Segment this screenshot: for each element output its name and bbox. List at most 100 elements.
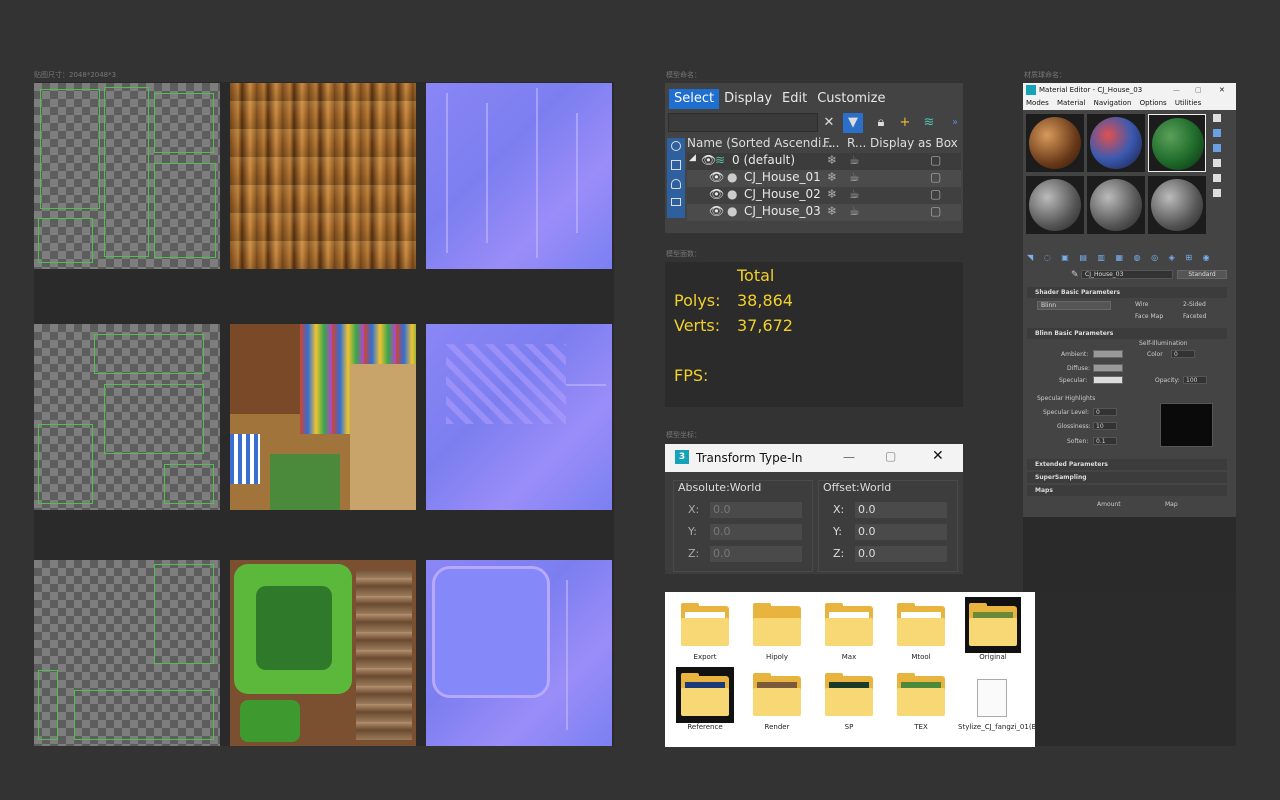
- opacity-spinner[interactable]: 100: [1183, 376, 1207, 384]
- abs-z-field[interactable]: 0.0: [710, 546, 802, 562]
- material-type-button[interactable]: Standard: [1177, 270, 1227, 279]
- face-map-checkbox[interactable]: Face Map: [1135, 313, 1163, 320]
- self-illum-spinner[interactable]: 0: [1171, 350, 1195, 358]
- add-layer-icon[interactable]: +: [895, 113, 915, 133]
- freeze-icon[interactable]: ❄: [827, 153, 837, 167]
- menu-edit[interactable]: Edit: [777, 89, 812, 109]
- freeze-icon[interactable]: ❄: [827, 170, 837, 184]
- folder-item[interactable]: SP: [817, 667, 881, 741]
- collapse-icon[interactable]: ◢: [689, 153, 696, 163]
- object-name[interactable]: CJ_House_01: [744, 170, 821, 184]
- ambient-swatch[interactable]: [1093, 350, 1123, 358]
- supersampling-rollout[interactable]: SuperSampling: [1027, 472, 1227, 483]
- maximize-icon[interactable]: ▢: [885, 449, 896, 463]
- material-slot[interactable]: [1026, 176, 1084, 234]
- folder-item[interactable]: Max: [817, 597, 881, 671]
- eye-icon[interactable]: 👁︎: [709, 187, 724, 201]
- uv-tiling-icon[interactable]: [1213, 159, 1221, 167]
- filter-icon[interactable]: ▼: [843, 113, 863, 133]
- file-item[interactable]: Stylize_CJ_fangzi_01(Bake): [958, 667, 1051, 741]
- clear-search-icon[interactable]: ✕: [819, 113, 839, 133]
- box-icon[interactable]: ▢: [930, 170, 941, 184]
- camera-icon[interactable]: [671, 198, 681, 206]
- render-teapot-icon[interactable]: ☕︎: [849, 187, 860, 201]
- backlight-icon[interactable]: [1213, 129, 1221, 137]
- render-teapot-icon[interactable]: ☕︎: [849, 170, 860, 184]
- abs-y-field[interactable]: 0.0: [710, 524, 802, 540]
- menu-options[interactable]: Options: [1137, 99, 1170, 107]
- close-icon[interactable]: ✕: [1219, 83, 1225, 97]
- scene-search-input[interactable]: [668, 113, 818, 132]
- sphere-icon[interactable]: [671, 141, 681, 151]
- material-slot[interactable]: [1087, 114, 1145, 172]
- col-display-box[interactable]: Display as Box: [870, 136, 958, 150]
- freeze-icon[interactable]: ❄: [827, 187, 837, 201]
- render-teapot-icon[interactable]: ☕︎: [849, 204, 860, 218]
- object-row[interactable]: 👁︎ ● CJ_House_02 ❄ ☕︎ ▢: [687, 187, 961, 204]
- folder-item[interactable]: Original: [961, 597, 1025, 671]
- layer-row[interactable]: ◢ 👁︎ ≋ 0 (default) ❄ ☕︎ ▢: [687, 153, 961, 170]
- make-preview-icon[interactable]: [1213, 189, 1221, 197]
- wire-checkbox[interactable]: Wire: [1135, 301, 1149, 308]
- object-row[interactable]: 👁︎ ● CJ_House_03 ❄ ☕︎ ▢: [687, 204, 961, 221]
- material-slot-selected[interactable]: [1148, 114, 1206, 172]
- eyedropper-icon[interactable]: ✎: [1071, 270, 1079, 280]
- diffuse-swatch[interactable]: [1093, 364, 1123, 372]
- menu-utilities[interactable]: Utilities: [1172, 99, 1204, 107]
- layers-icon[interactable]: ≋: [919, 113, 939, 133]
- material-name-field[interactable]: CJ_House_03: [1081, 270, 1173, 279]
- shader-select[interactable]: Blinn: [1037, 301, 1111, 310]
- folder-item[interactable]: Hipoly: [745, 597, 809, 671]
- abs-x-field[interactable]: 0.0: [710, 502, 802, 518]
- glossiness-spinner[interactable]: 10: [1093, 422, 1117, 430]
- material-slot[interactable]: [1087, 176, 1145, 234]
- maps-rollout[interactable]: Maps: [1027, 485, 1227, 496]
- shader-rollout[interactable]: Shader Basic Parameters: [1027, 287, 1227, 298]
- menu-customize[interactable]: Customize: [812, 89, 890, 109]
- folder-item[interactable]: Export: [673, 597, 737, 671]
- layer-name[interactable]: 0 (default): [732, 153, 795, 167]
- material-toolbar[interactable]: ◥ ◌ ▣ ▤ ▥ ▦ ◍ ◎ ◈ ⊞ ◉: [1027, 253, 1232, 263]
- minimize-icon[interactable]: —: [843, 450, 855, 464]
- off-y-field[interactable]: 0.0: [855, 524, 947, 540]
- menu-material[interactable]: Material: [1054, 99, 1088, 107]
- faceted-checkbox[interactable]: Faceted: [1183, 313, 1206, 320]
- col-name[interactable]: Name (Sorted Ascendi...: [687, 136, 833, 150]
- menu-select[interactable]: Select: [669, 89, 720, 109]
- box-icon[interactable]: ▢: [930, 187, 941, 201]
- object-row[interactable]: 👁︎ ● CJ_House_01 ❄ ☕︎ ▢: [687, 170, 961, 187]
- maximize-icon[interactable]: ▢: [1195, 83, 1202, 97]
- blinn-rollout[interactable]: Blinn Basic Parameters: [1027, 328, 1227, 339]
- render-teapot-icon[interactable]: ☕︎: [849, 153, 860, 167]
- sample-type-icon[interactable]: [1213, 114, 1221, 122]
- expand-icon[interactable]: »: [945, 113, 965, 133]
- minimize-icon[interactable]: —: [1173, 83, 1180, 97]
- lock-icon[interactable]: 🔒︎: [871, 113, 891, 133]
- freeze-icon[interactable]: ❄: [827, 204, 837, 218]
- video-check-icon[interactable]: [1213, 174, 1221, 182]
- off-z-field[interactable]: 0.0: [855, 546, 947, 562]
- close-icon[interactable]: ✕: [932, 448, 944, 464]
- material-slot[interactable]: [1148, 176, 1206, 234]
- shapes-icon[interactable]: [671, 160, 681, 170]
- off-x-field[interactable]: 0.0: [855, 502, 947, 518]
- eye-icon[interactable]: 👁︎: [709, 204, 724, 218]
- eye-icon[interactable]: 👁︎: [701, 153, 716, 167]
- folder-item[interactable]: Render: [745, 667, 809, 741]
- specular-swatch[interactable]: [1093, 376, 1123, 384]
- object-name[interactable]: CJ_House_02: [744, 187, 821, 201]
- soften-spinner[interactable]: 0.1: [1093, 437, 1117, 445]
- menu-display[interactable]: Display: [719, 89, 777, 109]
- background-icon[interactable]: [1213, 144, 1221, 152]
- menu-navigation[interactable]: Navigation: [1091, 99, 1135, 107]
- col-render[interactable]: R...: [847, 136, 866, 150]
- light-icon[interactable]: [671, 179, 681, 189]
- menu-modes[interactable]: Modes: [1023, 99, 1052, 107]
- box-icon[interactable]: ▢: [930, 204, 941, 218]
- col-frozen[interactable]: F...: [823, 136, 839, 150]
- folder-item[interactable]: TEX: [889, 667, 953, 741]
- spec-level-spinner[interactable]: 0: [1093, 408, 1117, 416]
- self-illum-color-checkbox[interactable]: Color: [1147, 351, 1163, 358]
- box-icon[interactable]: ▢: [930, 153, 941, 167]
- material-slot[interactable]: [1026, 114, 1084, 172]
